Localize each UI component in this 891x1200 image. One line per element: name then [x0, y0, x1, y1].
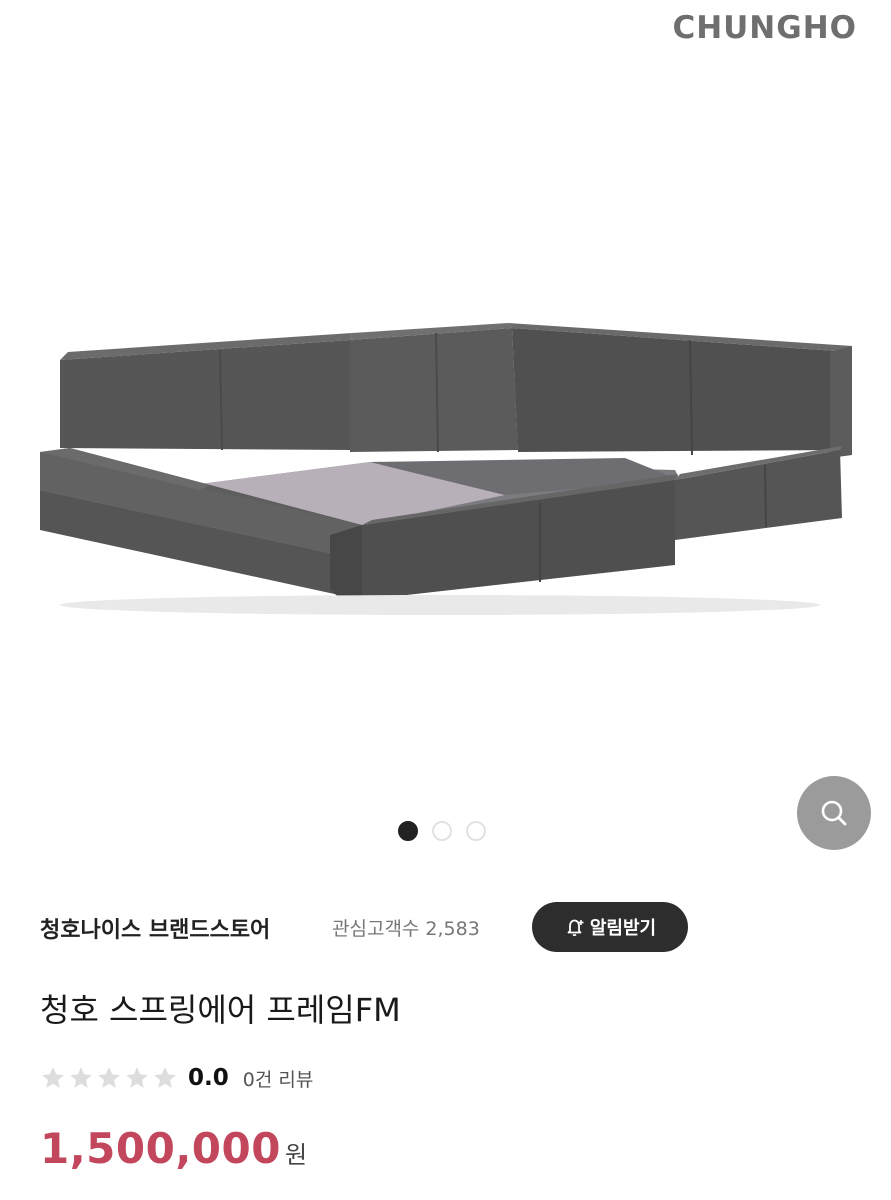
star-empty-icon: [154, 1067, 176, 1088]
star-empty-icon: [70, 1067, 92, 1088]
price-row: 1,500,000 원: [40, 1124, 307, 1173]
store-info-row: 청호나이스 브랜드스토어 관심고객수 2,583 알림받기: [40, 900, 860, 956]
rating-row[interactable]: 0.0 0건 리뷰: [40, 1058, 313, 1098]
followers-count: 2,583: [425, 918, 480, 940]
star-empty-icon: [98, 1067, 120, 1088]
star-empty-icon: [126, 1067, 148, 1088]
followers-info: 관심고객수 2,583: [332, 914, 480, 941]
slide-dot-2[interactable]: [432, 821, 452, 841]
price-value: 1,500,000: [40, 1124, 281, 1173]
star-empty-icon: [42, 1067, 64, 1088]
slide-dot-3[interactable]: [466, 821, 486, 841]
search-icon: [821, 800, 847, 826]
product-image: [40, 323, 852, 615]
review-count-link[interactable]: 0건 리뷰: [243, 1065, 314, 1092]
rating-stars: [40, 1065, 178, 1091]
product-title: 청호 스프링에어 프레임FM: [40, 991, 401, 1029]
zoom-button[interactable]: [797, 776, 871, 850]
slide-indicator: [398, 821, 486, 841]
alert-subscribe-button[interactable]: 알림받기: [532, 902, 688, 952]
store-name-link[interactable]: 청호나이스 브랜드스토어: [40, 912, 270, 944]
product-image-gallery[interactable]: CHUNGHO: [0, 0, 891, 870]
followers-label: 관심고객수: [332, 918, 420, 940]
bell-plus-icon: [567, 919, 584, 937]
slide-dot-1[interactable]: [398, 821, 418, 841]
brand-watermark: CHUNGHO: [672, 10, 857, 46]
alert-button-label: 알림받기: [589, 918, 657, 939]
rating-value: 0.0: [188, 1065, 229, 1091]
price-currency: 원: [284, 1141, 308, 1169]
